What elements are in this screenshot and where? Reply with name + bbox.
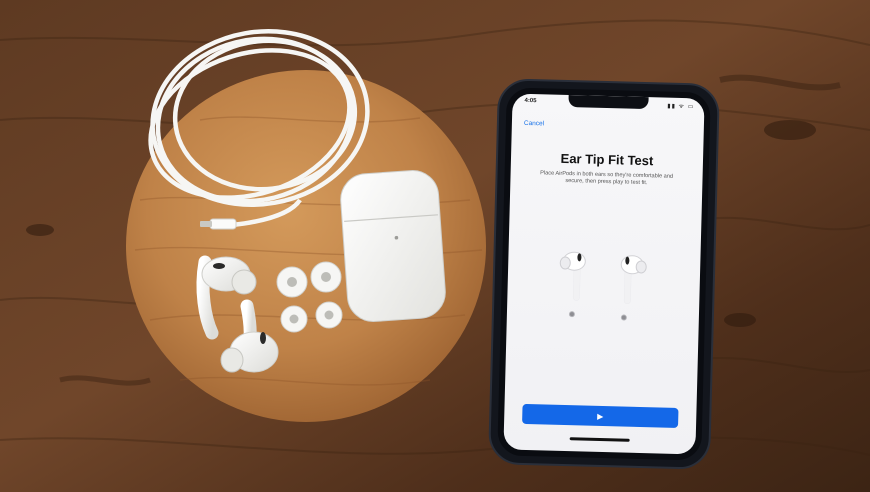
- screen-description: Place AirPods in both ears so they're co…: [540, 170, 674, 187]
- airpods-illustration: [549, 245, 661, 328]
- left-airpod-graphic: [559, 251, 586, 301]
- airpods-pair-graphic: [559, 251, 647, 305]
- airpods-case: [340, 170, 446, 322]
- photo-scene: 4:05 ▮▮ ᯤ ▭ Cancel Ear Tip Fit Test Plac…: [0, 0, 870, 492]
- scene-illustration: [0, 0, 870, 492]
- home-indicator: [569, 437, 630, 442]
- phone-screen: 4:05 ▮▮ ᯤ ▭ Cancel Ear Tip Fit Test Plac…: [503, 93, 705, 455]
- play-test-button[interactable]: ▶: [522, 403, 679, 428]
- cancel-button[interactable]: Cancel: [524, 120, 544, 128]
- status-time: 4:05: [524, 97, 537, 105]
- screen-title: Ear Tip Fit Test: [560, 150, 654, 169]
- right-airpod-graphic: [620, 255, 647, 305]
- play-icon: ▶: [597, 411, 604, 421]
- status-icons: ▮▮ ᯤ ▭: [667, 103, 695, 111]
